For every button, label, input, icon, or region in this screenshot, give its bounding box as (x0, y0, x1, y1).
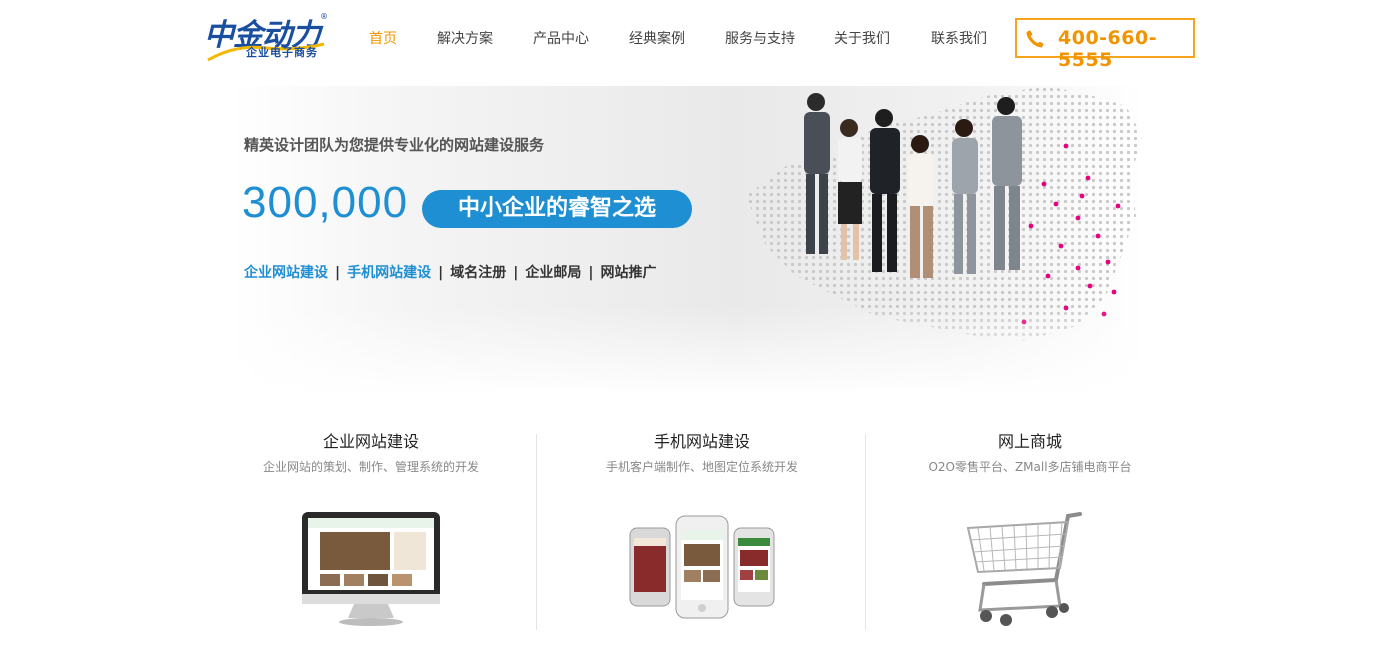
shopping-cart-icon[interactable] (964, 510, 1086, 628)
service-desc: 企业网站的策划、制作、管理系统的开发 (262, 460, 479, 474)
service-desc: 手机客户端制作、地图定位系统开发 (605, 460, 798, 474)
service-title: 手机网站建设 (653, 432, 750, 451)
nav-item-contact[interactable]: 联系我们 (931, 28, 987, 48)
desktop-monitor-icon[interactable] (300, 510, 442, 628)
banner-link-email[interactable]: 企业邮局 (525, 265, 581, 281)
hero-banner[interactable]: 精英设计团队为您提供专业化的网站建设服务 300,000 中小企业的睿智之选 企… (230, 86, 1145, 396)
banner-link-mobile-site[interactable]: 手机网站建设 (347, 265, 431, 281)
service-divider (865, 434, 866, 630)
banner-separator: | (513, 265, 519, 281)
smartphones-icon[interactable] (628, 514, 776, 622)
nav-item-cases[interactable]: 经典案例 (629, 28, 685, 48)
phone-hotline[interactable]: 400-660-5555 (1015, 18, 1195, 71)
nav-item-products[interactable]: 产品中心 (533, 28, 589, 48)
banner-separator: | (438, 265, 444, 281)
site-header: 中金动力 企业电子商务 ® 首页 解决方案 产品中心 经典案例 服务与支持 关于… (0, 0, 1400, 78)
banner-slogan-pill: 中小企业的睿智之选 (422, 190, 692, 228)
banner-service-links: 企业网站建设 | 手机网站建设 | 域名注册 | 企业邮局 | 网站推广 (244, 262, 657, 282)
banner-tagline: 精英设计团队为您提供专业化的网站建设服务 (244, 136, 545, 154)
banner-link-enterprise-site[interactable]: 企业网站建设 (244, 265, 328, 281)
service-card-mall[interactable]: 网上商城 O2O零售平台、ZMall多店铺电商平台 (895, 428, 1165, 475)
banner-link-promotion[interactable]: 网站推广 (601, 265, 657, 281)
banner-separator: | (335, 265, 341, 281)
banner-separator: | (588, 265, 594, 281)
service-divider (536, 434, 537, 630)
phone-number: 400-660-5555 (1058, 27, 1158, 71)
banner-client-count: 300,000 (242, 178, 409, 227)
logo[interactable]: 中金动力 企业电子商务 ® (204, 12, 330, 66)
logo-subtitle: 企业电子商务 (246, 46, 318, 59)
nav-item-about[interactable]: 关于我们 (834, 28, 890, 48)
logo-registered-mark: ® (320, 12, 328, 21)
service-title: 网上商城 (997, 432, 1062, 451)
nav-item-solutions[interactable]: 解决方案 (437, 28, 493, 48)
service-title: 企业网站建设 (322, 432, 419, 451)
service-card-enterprise[interactable]: 企业网站建设 企业网站的策划、制作、管理系统的开发 (236, 428, 506, 475)
banner-link-domain[interactable]: 域名注册 (450, 265, 506, 281)
phone-icon (1026, 30, 1044, 48)
banner-fade (230, 306, 1145, 396)
service-desc: O2O零售平台、ZMall多店铺电商平台 (928, 460, 1132, 474)
nav-item-support[interactable]: 服务与支持 (725, 28, 795, 48)
business-team-graphic (804, 93, 1022, 278)
nav-item-home[interactable]: 首页 (369, 28, 397, 48)
service-card-mobile[interactable]: 手机网站建设 手机客户端制作、地图定位系统开发 (567, 428, 837, 475)
